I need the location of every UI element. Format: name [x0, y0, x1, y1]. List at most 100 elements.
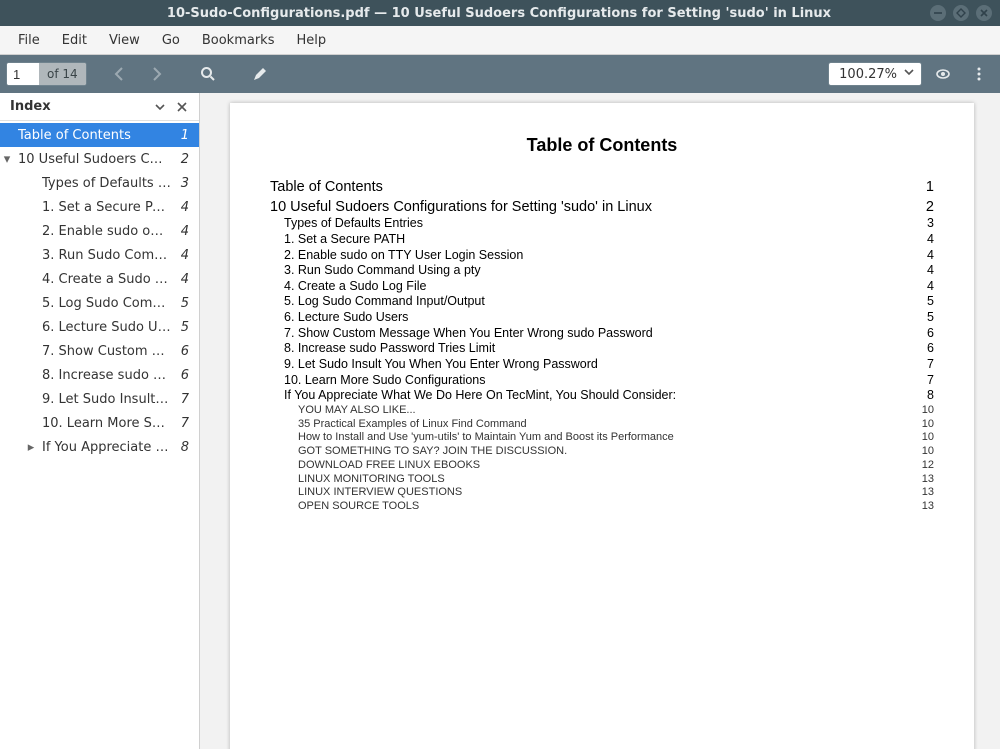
zoom-selector[interactable]: 100.27% — [828, 62, 922, 86]
toc-entry-page: 6 — [910, 341, 934, 357]
toc-entry-title: How to Install and Use 'yum-utils' to Ma… — [298, 431, 910, 445]
index-item-label: 5. Log Sudo Com… — [42, 296, 171, 311]
menu-help[interactable]: Help — [286, 29, 336, 52]
toc-entry[interactable]: 3. Run Sudo Command Using a pty4 — [270, 263, 934, 279]
toc-entry[interactable]: GOT SOMETHING TO SAY? JOIN THE DISCUSSIO… — [270, 445, 934, 459]
index-item-label: 10. Learn More Su… — [42, 416, 171, 431]
index-item[interactable]: 7. Show Custom …6 — [0, 339, 199, 363]
toc-entry-title: YOU MAY ALSO LIKE... — [298, 404, 910, 418]
toc-entry[interactable]: LINUX MONITORING TOOLS13 — [270, 473, 934, 487]
toc-entry-page: 3 — [910, 216, 934, 232]
toc-entry[interactable]: LINUX INTERVIEW QUESTIONS13 — [270, 486, 934, 500]
index-item-label: 1. Set a Secure PA… — [42, 200, 171, 215]
toc-entry[interactable]: 4. Create a Sudo Log File4 — [270, 279, 934, 295]
expand-arrow-right-icon[interactable]: ▸ — [24, 440, 38, 455]
toc-entry-page: 7 — [910, 357, 934, 373]
toolbar: of 14 100.27% — [0, 55, 1000, 93]
maximize-button[interactable] — [953, 5, 969, 21]
toc-entry[interactable]: OPEN SOURCE TOOLS13 — [270, 500, 934, 514]
page-number-control: of 14 — [6, 62, 87, 86]
toc-entry-title: 7. Show Custom Message When You Enter Wr… — [284, 326, 910, 342]
index-item[interactable]: Types of Defaults …3 — [0, 171, 199, 195]
index-item-label: If You Appreciate … — [42, 440, 171, 455]
toc-entry[interactable]: 5. Log Sudo Command Input/Output5 — [270, 294, 934, 310]
toc-entry[interactable]: 9. Let Sudo Insult You When You Enter Wr… — [270, 357, 934, 373]
toc-entry[interactable]: How to Install and Use 'yum-utils' to Ma… — [270, 431, 934, 445]
minimize-button[interactable] — [930, 5, 946, 21]
index-item[interactable]: Table of Contents 1 — [0, 123, 199, 147]
toc-entry[interactable]: 10. Learn More Sudo Configurations7 — [270, 373, 934, 389]
page-number-input[interactable] — [7, 63, 39, 85]
menu-file[interactable]: File — [8, 29, 50, 52]
index-item[interactable]: ▸ If You Appreciate … 8 — [0, 435, 199, 459]
nav-back-button[interactable] — [105, 59, 135, 89]
toc-entry[interactable]: Types of Defaults Entries3 — [270, 216, 934, 232]
toc-entry-title: OPEN SOURCE TOOLS — [298, 500, 910, 514]
index-item[interactable]: 1. Set a Secure PA…4 — [0, 195, 199, 219]
toc-entry-title: If You Appreciate What We Do Here On Tec… — [284, 388, 910, 404]
index-item-page: 1 — [175, 128, 191, 143]
menu-more-button[interactable] — [964, 59, 994, 89]
menu-edit[interactable]: Edit — [52, 29, 97, 52]
sidebar-header: Index — [0, 93, 199, 121]
menu-bookmarks[interactable]: Bookmarks — [192, 29, 285, 52]
toc-entry-title: 10. Learn More Sudo Configurations — [284, 373, 910, 389]
toc-entry[interactable]: 8. Increase sudo Password Tries Limit6 — [270, 341, 934, 357]
annotate-button[interactable] — [245, 59, 275, 89]
window-title: 10-Sudo-Configurations.pdf — 10 Useful S… — [8, 6, 930, 21]
toc-entry-page: 4 — [910, 263, 934, 279]
nav-forward-button[interactable] — [141, 59, 171, 89]
index-item[interactable]: ▾10 Useful Sudoers C…2 — [0, 147, 199, 171]
search-button[interactable] — [193, 59, 223, 89]
index-item-page: 8 — [175, 440, 191, 455]
toc-entry[interactable]: 2. Enable sudo on TTY User Login Session… — [270, 248, 934, 264]
expand-arrow-down-icon[interactable]: ▾ — [0, 152, 14, 167]
document-view[interactable]: Table of Contents Table of Contents1 10 U… — [200, 93, 1000, 749]
toc-entry[interactable]: 10 Useful Sudoers Configurations for Set… — [270, 198, 934, 216]
sidebar-title: Index — [10, 99, 149, 114]
toc-entry-page: 8 — [910, 388, 934, 404]
view-mode-button[interactable] — [928, 59, 958, 89]
sidebar-close-button[interactable] — [171, 96, 193, 118]
toc-entry[interactable]: 1. Set a Secure PATH4 — [270, 232, 934, 248]
index-item-page: 4 — [175, 272, 191, 287]
index-item[interactable]: 2. Enable sudo on …4 — [0, 219, 199, 243]
toc-entry-title: 3. Run Sudo Command Using a pty — [284, 263, 910, 279]
index-item-label: 9. Let Sudo Insult … — [42, 392, 171, 407]
toc-entry-title: 8. Increase sudo Password Tries Limit — [284, 341, 910, 357]
toc-entry[interactable]: Table of Contents1 — [270, 178, 934, 196]
toc-entry[interactable]: YOU MAY ALSO LIKE...10 — [270, 404, 934, 418]
page-heading: Table of Contents — [270, 135, 934, 156]
toc-entry[interactable]: DOWNLOAD FREE LINUX EBOOKS12 — [270, 459, 934, 473]
index-item-page: 7 — [175, 416, 191, 431]
sidebar: Index Table of Contents 1 ▾10 Useful Sudoe… — [0, 93, 200, 749]
menu-go[interactable]: Go — [152, 29, 190, 52]
index-item-label: Table of Contents — [18, 128, 171, 143]
page-count-label: of 14 — [39, 63, 86, 85]
index-item[interactable]: 6. Lecture Sudo U…5 — [0, 315, 199, 339]
index-item[interactable]: 4. Create a Sudo L…4 — [0, 267, 199, 291]
toc-entry[interactable]: 35 Practical Examples of Linux Find Comm… — [270, 418, 934, 432]
toc-entry[interactable]: If You Appreciate What We Do Here On Tec… — [270, 388, 934, 404]
zoom-value: 100.27% — [839, 67, 897, 82]
index-item-page: 7 — [175, 392, 191, 407]
toc-entry-page: 4 — [910, 279, 934, 295]
toc-body: Table of Contents1 10 Useful Sudoers Conf… — [270, 178, 934, 514]
close-button[interactable] — [976, 5, 992, 21]
toc-entry[interactable]: 7. Show Custom Message When You Enter Wr… — [270, 326, 934, 342]
toc-entry-page: 5 — [910, 294, 934, 310]
menu-view[interactable]: View — [99, 29, 150, 52]
toc-entry-title: Table of Contents — [270, 178, 910, 196]
index-item[interactable]: 10. Learn More Su… 7 — [0, 411, 199, 435]
index-item[interactable]: 9. Let Sudo Insult … 7 — [0, 387, 199, 411]
index-item-page: 2 — [175, 152, 191, 167]
index-item[interactable]: 3. Run Sudo Com…4 — [0, 243, 199, 267]
index-item[interactable]: 8. Increase sudo P…6 — [0, 363, 199, 387]
index-item[interactable]: 5. Log Sudo Com…5 — [0, 291, 199, 315]
toc-entry[interactable]: 6. Lecture Sudo Users5 — [270, 310, 934, 326]
index-item-label: 7. Show Custom … — [42, 344, 171, 359]
vertical-scrollbar[interactable] — [988, 97, 998, 745]
index-list[interactable]: Table of Contents 1 ▾10 Useful Sudoers C…2… — [0, 121, 199, 749]
sidebar-mode-dropdown[interactable] — [149, 96, 171, 118]
pdf-page: Table of Contents Table of Contents1 10 U… — [230, 103, 974, 749]
